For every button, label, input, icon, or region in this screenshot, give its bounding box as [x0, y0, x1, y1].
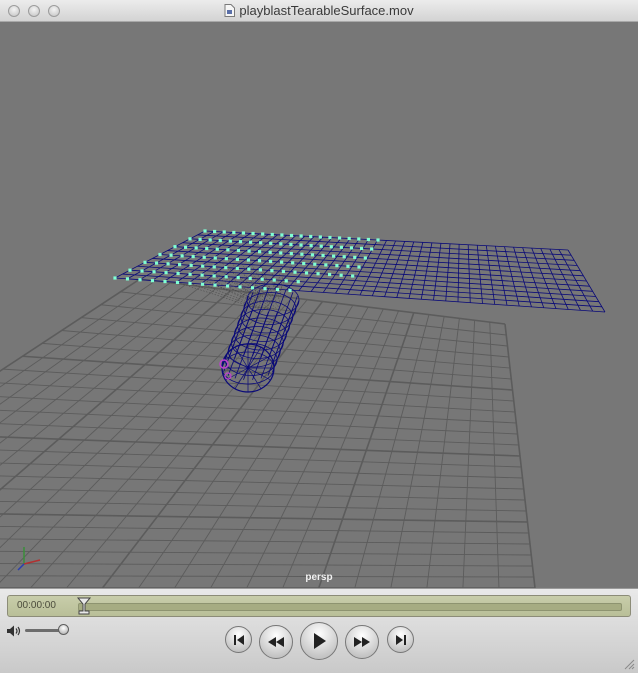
window-title-text: playblastTearableSurface.mov	[239, 3, 414, 18]
play-button[interactable]	[300, 622, 338, 660]
window-title: playblastTearableSurface.mov	[0, 3, 638, 18]
timecode-display: 00:00:00	[17, 600, 56, 611]
go-to-end-icon	[395, 634, 406, 645]
volume-icon[interactable]	[6, 624, 22, 638]
play-icon	[314, 633, 326, 649]
fast-forward-button[interactable]	[345, 625, 379, 659]
player-controls: 00:00:00	[0, 588, 638, 673]
movie-file-icon	[224, 4, 236, 17]
go-to-end-button[interactable]	[387, 626, 414, 653]
title-bar[interactable]: playblastTearableSurface.mov	[0, 0, 638, 22]
scene-canvas	[0, 229, 606, 588]
viewport-3d[interactable]: persp	[0, 22, 638, 588]
fast-forward-icon	[354, 637, 370, 647]
axis-gizmo	[17, 547, 41, 571]
timeline-track[interactable]	[78, 603, 622, 611]
rewind-icon	[268, 637, 284, 647]
go-to-start-button[interactable]	[225, 626, 252, 653]
go-to-start-icon	[233, 634, 244, 645]
playhead-icon[interactable]	[76, 597, 92, 615]
resize-grip-icon[interactable]	[624, 659, 635, 670]
camera-label: persp	[305, 572, 333, 583]
floor-grid	[0, 278, 536, 588]
rewind-button[interactable]	[259, 625, 293, 659]
timeline-scrubber[interactable]: 00:00:00	[7, 595, 631, 617]
volume-knob[interactable]	[58, 624, 69, 635]
